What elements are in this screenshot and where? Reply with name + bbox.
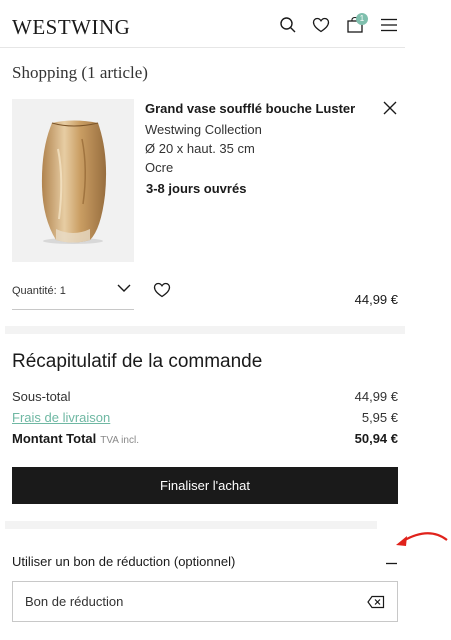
add-to-wishlist-heart-icon[interactable] (153, 282, 171, 303)
remove-item-close-icon[interactable] (381, 99, 399, 117)
product-brand: Westwing Collection (145, 122, 262, 137)
product-color: Ocre (145, 160, 174, 175)
collapse-minus-icon[interactable] (386, 556, 397, 567)
cart-title: Shopping (1 article) (12, 63, 148, 82)
voucher-toggle-label[interactable]: Utiliser un bon de réduction (optionnel) (12, 554, 235, 569)
annotation-arrow-icon (393, 528, 449, 553)
total-row: Montant Total TVA incl. 50,94 € (12, 431, 398, 446)
order-summary-title: Récapitulatif de la commande (12, 351, 263, 372)
heart-icon[interactable] (310, 14, 332, 36)
subtotal-row: Sous-total 44,99 € (12, 389, 398, 404)
chevron-down-icon (117, 283, 131, 296)
quantity-select[interactable]: Quantité: 1 (12, 280, 134, 310)
voucher-field[interactable] (12, 581, 398, 622)
quantity-label: Quantité: 1 (12, 285, 66, 297)
shipping-cost-link[interactable]: Frais de livraison (12, 410, 110, 425)
clear-input-icon[interactable] (367, 595, 385, 614)
voucher-input[interactable] (13, 582, 353, 621)
section-divider (5, 521, 377, 529)
total-label: Montant Total (12, 431, 97, 446)
tax-note: TVA incl. (100, 435, 139, 446)
checkout-button[interactable]: Finaliser l'achat (12, 467, 398, 504)
search-icon[interactable] (277, 14, 299, 36)
section-divider (5, 326, 405, 334)
header: WESTWING 1 (0, 0, 405, 48)
westwing-logo[interactable]: WESTWING (12, 15, 130, 40)
shipping-value: 5,95 € (361, 410, 398, 425)
subtotal-value: 44,99 € (354, 389, 398, 404)
product-price: 44,99 € (354, 292, 398, 307)
product-name[interactable]: Grand vase soufflé bouche Luster (145, 101, 355, 116)
menu-icon[interactable] (378, 14, 400, 36)
shipping-row: Frais de livraison 5,95 € (12, 410, 398, 425)
delivery-time: 3-8 jours ouvrés (146, 181, 247, 196)
product-dimensions: Ø 20 x haut. 35 cm (145, 141, 255, 156)
cart-count-badge: 1 (356, 13, 368, 25)
product-image[interactable] (12, 99, 134, 262)
subtotal-label: Sous-total (12, 389, 71, 404)
total-value: 50,94 € (354, 431, 398, 446)
